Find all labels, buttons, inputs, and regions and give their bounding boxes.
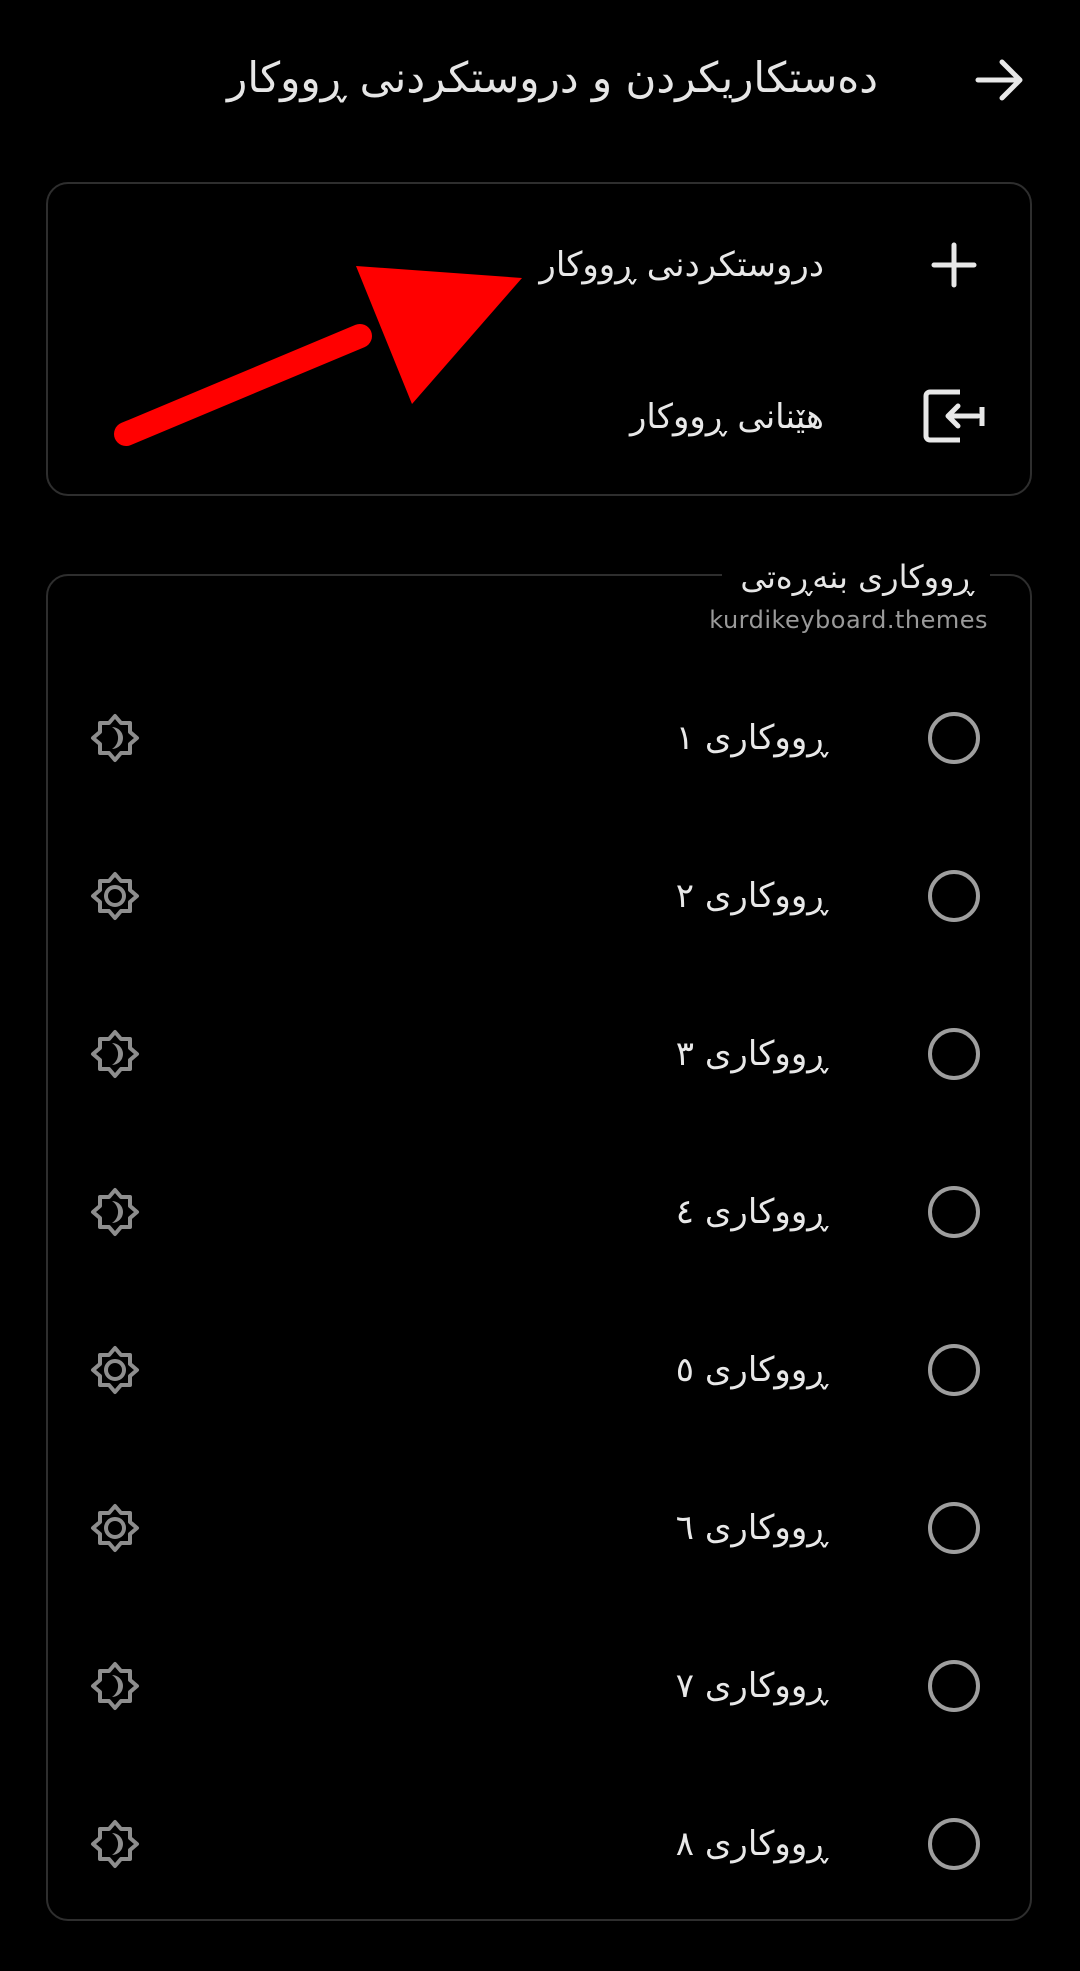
theme-label: ڕووکاری ١: [675, 718, 828, 758]
theme-row-1[interactable]: ڕووکاری ١: [48, 678, 1030, 798]
dark-mode-icon: [90, 1029, 140, 1079]
theme-label: ڕووکاری ٦: [675, 1508, 828, 1548]
import-theme-label: هێنانی ڕووکار: [630, 397, 824, 437]
theme-row-7[interactable]: ڕووکاری ٧: [48, 1626, 1030, 1746]
arrow-right-icon: [975, 59, 1023, 101]
dark-mode-icon: [90, 1819, 140, 1869]
dark-mode-icon: [90, 1661, 140, 1711]
package-name: kurdikeyboard.themes: [709, 606, 988, 634]
import-icon: [923, 389, 986, 444]
light-mode-icon: [90, 1345, 140, 1395]
theme-row-3[interactable]: ڕووکاری ٣: [48, 994, 1030, 1114]
theme-radio[interactable]: [928, 1186, 980, 1238]
theme-label: ڕووکاری ٧: [675, 1666, 828, 1706]
back-button[interactable]: [970, 50, 1030, 110]
section-title: ڕووکاری بنەڕەتی: [722, 554, 990, 600]
create-theme-button[interactable]: دروستکردنی ڕووکار: [48, 190, 1030, 340]
theme-row-2[interactable]: ڕووکاری ٢: [48, 836, 1030, 956]
theme-row-8[interactable]: ڕووکاری ٨: [48, 1784, 1030, 1904]
theme-radio[interactable]: [928, 1818, 980, 1870]
plus-icon: [931, 242, 977, 288]
theme-actions-card: دروستکردنی ڕووکار هێنانی ڕووکار: [46, 182, 1032, 496]
theme-label: ڕووکاری ٢: [675, 876, 828, 916]
theme-row-4[interactable]: ڕووکاری ٤: [48, 1152, 1030, 1272]
light-mode-icon: [90, 871, 140, 921]
theme-label: ڕووکاری ٣: [675, 1034, 828, 1074]
dark-mode-icon: [90, 713, 140, 763]
default-themes-card: ڕووکاری بنەڕەتی kurdikeyboard.themes ڕوو…: [46, 554, 1032, 1921]
theme-radio[interactable]: [928, 870, 980, 922]
dark-mode-icon: [90, 1187, 140, 1237]
top-app-bar: دەستکاریکردن و دروستکردنی ڕووکار: [0, 0, 1080, 160]
theme-radio[interactable]: [928, 1502, 980, 1554]
theme-radio[interactable]: [928, 1028, 980, 1080]
theme-radio[interactable]: [928, 712, 980, 764]
theme-label: ڕووکاری ٥: [675, 1350, 828, 1390]
theme-radio[interactable]: [928, 1660, 980, 1712]
theme-label: ڕووکاری ٤: [675, 1192, 828, 1232]
import-theme-button[interactable]: هێنانی ڕووکار: [48, 342, 1030, 492]
page-title: دەستکاریکردن و دروستکردنی ڕووکار: [227, 53, 878, 102]
create-theme-label: دروستکردنی ڕووکار: [539, 245, 824, 285]
light-mode-icon: [90, 1503, 140, 1553]
theme-row-6[interactable]: ڕووکاری ٦: [48, 1468, 1030, 1588]
theme-radio[interactable]: [928, 1344, 980, 1396]
theme-row-5[interactable]: ڕووکاری ٥: [48, 1310, 1030, 1430]
theme-label: ڕووکاری ٨: [675, 1824, 828, 1864]
